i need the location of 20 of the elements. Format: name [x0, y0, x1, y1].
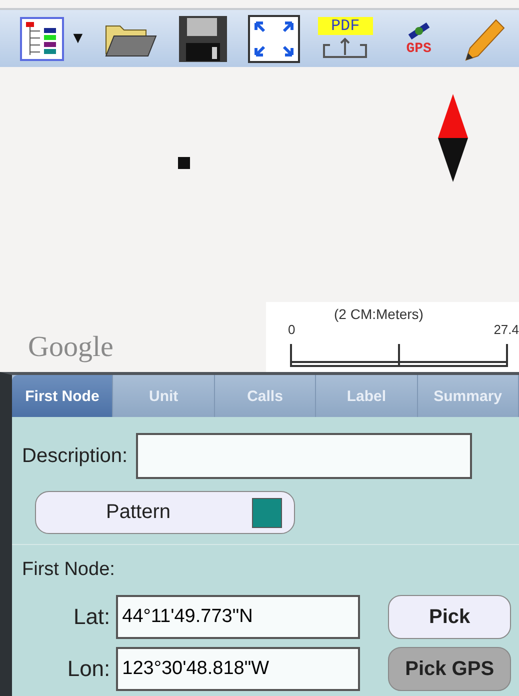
pdf-export-button[interactable]: PDF [318, 14, 373, 62]
coordinate-field[interactable]: 44°11'49.773"N [116, 595, 360, 639]
dropdown-caret[interactable]: ▼ [70, 30, 86, 48]
location-marker [178, 157, 190, 169]
tab[interactable]: First Node [12, 375, 114, 417]
section-heading: First Node: [22, 559, 116, 581]
outline-icon[interactable] [20, 16, 64, 60]
pattern-button[interactable]: Pattern [35, 491, 295, 534]
fullscreen-icon[interactable] [248, 14, 300, 62]
map-logo: Google [28, 331, 114, 364]
description-label: Description: [22, 444, 128, 468]
scale-end: 27.4 [494, 322, 519, 337]
pick-button[interactable]: Pick [388, 595, 511, 639]
satellite-icon [406, 20, 432, 40]
compass-icon [438, 94, 468, 182]
coordinate-label: Lon: [66, 656, 112, 682]
coordinate-label: Lat: [72, 604, 112, 630]
description-field[interactable] [136, 433, 472, 479]
scale-start: 0 [288, 322, 296, 337]
scale-title: (2 CM:Meters) [334, 306, 424, 322]
